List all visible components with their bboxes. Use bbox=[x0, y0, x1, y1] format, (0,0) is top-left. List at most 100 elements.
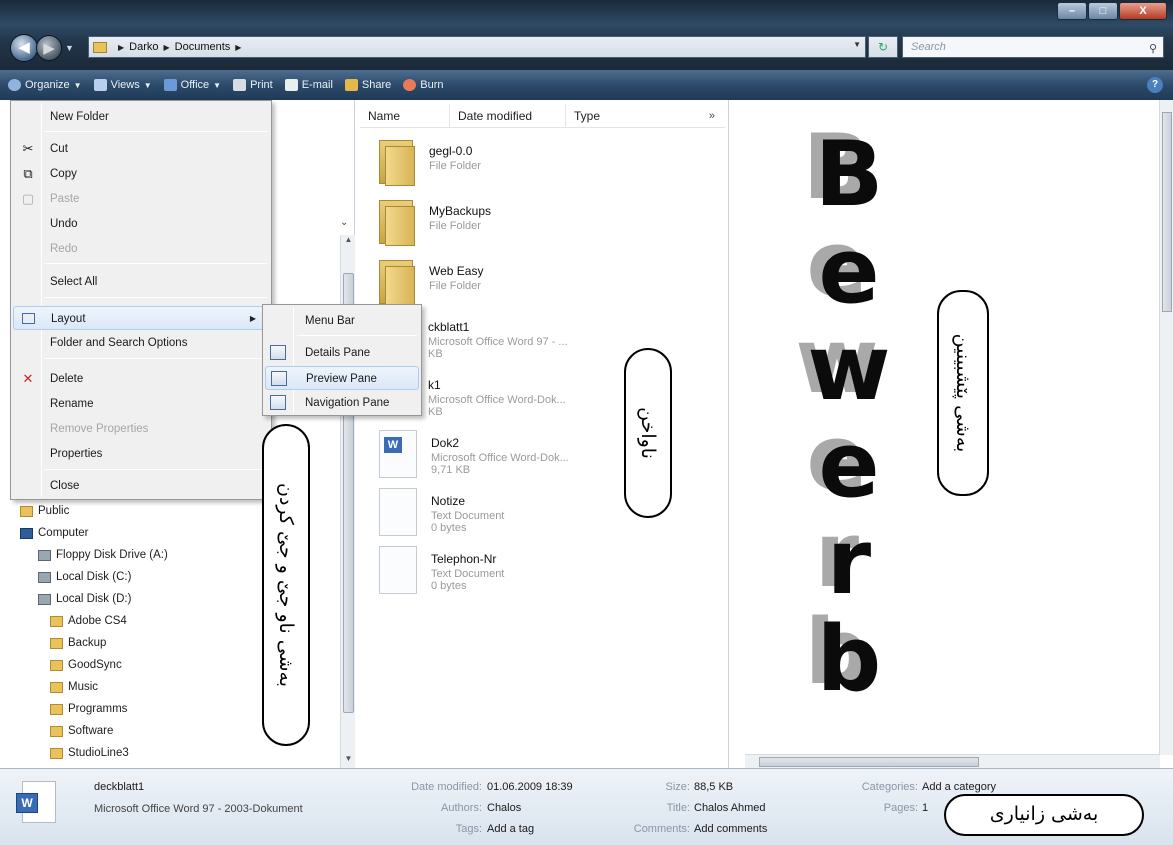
menu-item-properties[interactable]: Properties bbox=[13, 442, 269, 466]
breadcrumb-documents[interactable]: Documents bbox=[175, 41, 231, 53]
details-title[interactable]: Chalos Ahmed bbox=[694, 802, 766, 814]
search-input[interactable]: Search ⚲ bbox=[902, 36, 1164, 58]
file-type: File Folder bbox=[429, 160, 481, 172]
tree-item-label: StudioLine3 bbox=[68, 747, 129, 759]
details-categories[interactable]: Add a category bbox=[922, 781, 996, 793]
folder-icon bbox=[50, 681, 63, 693]
breadcrumb-separator-icon[interactable]: ▶ bbox=[164, 43, 170, 52]
scroll-thumb[interactable] bbox=[1162, 112, 1172, 312]
menu-item-label: Cut bbox=[50, 143, 68, 155]
breadcrumb-separator-icon[interactable]: ▶ bbox=[118, 43, 124, 52]
menu-item-label: Copy bbox=[50, 168, 77, 180]
close-button[interactable]: X bbox=[1119, 2, 1167, 20]
details-comments[interactable]: Add comments bbox=[694, 823, 767, 835]
preview-vertical-scrollbar[interactable] bbox=[1159, 100, 1173, 755]
email-icon bbox=[284, 79, 298, 91]
column-name[interactable]: Name bbox=[360, 103, 450, 128]
file-type: Microsoft Office Word-Dok... bbox=[428, 394, 566, 406]
command-bar: Organize ▼ Views ▼ Office ▼ Print E-mail Sh… bbox=[0, 70, 1173, 100]
address-bar[interactable]: ▶ Darko ▶ Documents ▶ ▼ bbox=[88, 36, 866, 58]
tree-item-floppy[interactable]: Floppy Disk Drive (A:) bbox=[20, 544, 168, 566]
tree-item-label: Software bbox=[68, 725, 114, 737]
office-button[interactable]: Office ▼ bbox=[163, 79, 221, 91]
file-size: 0 bytes bbox=[431, 522, 467, 534]
scroll-thumb[interactable] bbox=[759, 757, 979, 767]
preview-pane-icon bbox=[271, 371, 287, 386]
tree-item-adobe-cs4[interactable]: Adobe CS4 bbox=[20, 610, 168, 632]
tree-item-local-disk-d[interactable]: Local Disk (D:) bbox=[20, 588, 168, 610]
tree-item-backup[interactable]: Backup bbox=[20, 632, 168, 654]
menu-item-cut[interactable]: ✂ Cut bbox=[13, 137, 269, 161]
tree-item-public[interactable]: Public bbox=[20, 500, 168, 522]
menu-item-menu-bar[interactable]: Menu Bar bbox=[265, 309, 419, 333]
tree-item-local-disk-c[interactable]: Local Disk (C:) bbox=[20, 566, 168, 588]
menu-item-preview-pane[interactable]: Preview Pane bbox=[265, 366, 419, 390]
column-type[interactable]: Type bbox=[566, 104, 646, 128]
forward-arrow-icon[interactable]: ▶ bbox=[36, 35, 62, 61]
back-arrow-icon[interactable]: ◀ bbox=[10, 34, 38, 62]
minimize-button[interactable]: – bbox=[1057, 2, 1087, 20]
file-size: 9,71 KB bbox=[431, 464, 471, 476]
file-item-deckblatt1[interactable]: ckblatt1 Microsoft Office Word 97 - ... KB bbox=[428, 312, 718, 372]
details-tags[interactable]: Add a tag bbox=[487, 823, 534, 835]
menu-item-layout[interactable]: Layout ▶ bbox=[13, 306, 269, 330]
scroll-up-icon[interactable]: ▲ bbox=[341, 235, 356, 249]
menu-item-new-folder[interactable]: New Folder bbox=[13, 105, 269, 129]
tree-item-software[interactable]: Software bbox=[20, 720, 168, 742]
file-item-telephon-nr[interactable]: Telephon-Nr Text Document 0 bytes bbox=[375, 546, 715, 606]
preview-horizontal-scrollbar[interactable] bbox=[745, 754, 1160, 768]
burn-button[interactable]: Burn bbox=[403, 79, 444, 91]
breadcrumb-darko[interactable]: Darko bbox=[129, 41, 158, 53]
tree-item-music[interactable]: Music bbox=[20, 676, 168, 698]
help-icon[interactable]: ? bbox=[1147, 77, 1163, 93]
tree-item-label: Music bbox=[68, 681, 99, 693]
print-button[interactable]: Print bbox=[233, 79, 273, 91]
file-type: Text Document bbox=[431, 568, 505, 580]
address-dropdown-icon[interactable]: ▼ bbox=[853, 40, 861, 49]
folder-icon bbox=[375, 258, 419, 308]
file-type: File Folder bbox=[429, 280, 481, 292]
file-item-dok1[interactable]: k1 Microsoft Office Word-Dok... KB bbox=[428, 372, 718, 432]
annotation-files: ناواخن bbox=[624, 348, 672, 518]
menu-item-details-pane[interactable]: Details Pane bbox=[265, 341, 419, 365]
maximize-button[interactable]: □ bbox=[1088, 2, 1118, 20]
paste-icon: ▢ bbox=[21, 191, 35, 206]
tree-item-label: Public bbox=[38, 505, 70, 517]
file-item-web-easy[interactable]: Web Easy File Folder bbox=[375, 258, 715, 318]
computer-icon bbox=[20, 527, 33, 539]
tree-item-programms[interactable]: Programms bbox=[20, 698, 168, 720]
column-date-modified[interactable]: Date modified bbox=[450, 103, 566, 128]
details-label: Date modified: bbox=[411, 781, 482, 793]
menu-item-navigation-pane[interactable]: Navigation Pane bbox=[265, 391, 419, 415]
details-date-modified[interactable]: 01.06.2009 18:39 bbox=[487, 781, 573, 793]
chevron-down-icon[interactable]: ⌄ bbox=[340, 217, 348, 228]
file-size: KB bbox=[428, 406, 443, 418]
organize-button[interactable]: Organize ▼ bbox=[8, 79, 82, 91]
details-authors[interactable]: Chalos bbox=[487, 802, 521, 814]
file-item-mybackups[interactable]: MyBackups File Folder bbox=[375, 198, 715, 258]
tree-item-goodsync[interactable]: GoodSync bbox=[20, 654, 168, 676]
scroll-down-icon[interactable]: ▼ bbox=[341, 754, 356, 768]
menu-item-folder-search-options[interactable]: Folder and Search Options bbox=[13, 331, 269, 355]
file-name: ckblatt1 bbox=[428, 320, 470, 334]
file-item-gegl[interactable]: gegl-0.0 File Folder bbox=[375, 138, 715, 198]
menu-item-rename[interactable]: Rename bbox=[13, 392, 269, 416]
search-icon[interactable]: ⚲ bbox=[1149, 39, 1157, 59]
menu-item-select-all[interactable]: Select All bbox=[13, 270, 269, 294]
menu-item-copy[interactable]: ⧉ Copy bbox=[13, 162, 269, 186]
views-button[interactable]: Views ▼ bbox=[93, 79, 152, 91]
tree-item-studioline3[interactable]: StudioLine3 bbox=[20, 742, 168, 764]
scissors-icon: ✂ bbox=[22, 141, 34, 156]
menu-item-close[interactable]: Close bbox=[13, 474, 269, 498]
tree-item-computer[interactable]: Computer bbox=[20, 522, 168, 544]
refresh-button[interactable]: ↻ bbox=[868, 36, 898, 58]
more-columns-icon[interactable]: » bbox=[709, 110, 715, 122]
email-button[interactable]: E-mail bbox=[284, 79, 333, 91]
menu-item-delete[interactable]: ✕ Delete bbox=[13, 367, 269, 391]
share-button[interactable]: Share bbox=[344, 79, 391, 91]
menu-item-undo[interactable]: Undo bbox=[13, 212, 269, 236]
tree-item-label: Local Disk (C:) bbox=[56, 571, 132, 583]
file-name: gegl-0.0 bbox=[429, 144, 473, 158]
breadcrumb-separator-icon[interactable]: ▶ bbox=[235, 43, 241, 52]
recent-pages-dropdown-icon[interactable]: ▼ bbox=[65, 43, 74, 53]
